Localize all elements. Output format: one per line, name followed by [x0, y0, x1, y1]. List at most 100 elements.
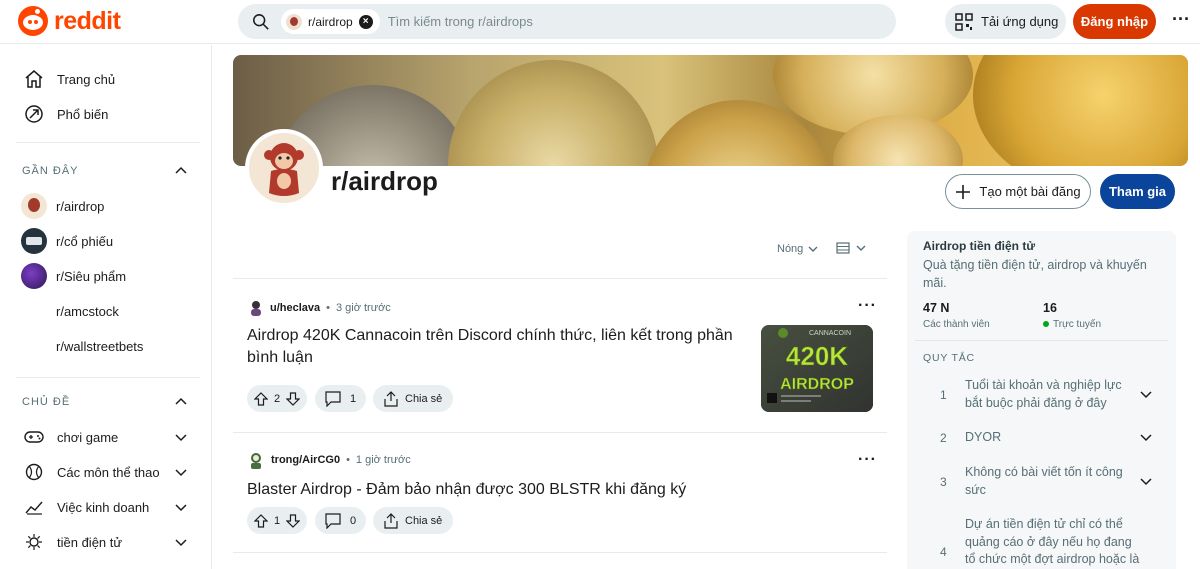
post-time: 3 giờ trước [336, 302, 391, 314]
chevron-down-icon [175, 469, 187, 477]
community-avatar-small [286, 13, 302, 30]
topic-gaming-label: chơi game [57, 429, 119, 445]
join-button[interactable]: Tham gia [1100, 174, 1175, 209]
topic-business-label: Việc kinh doanh [57, 499, 150, 515]
topic-sports-label: Các môn thể thao [57, 464, 160, 480]
post-meta: trong/AirCG0 • 1 giờ trước [247, 451, 411, 469]
recent-superstonk[interactable]: r/Siêu phẩm [21, 261, 126, 291]
about-title: Airdrop tiền điện tử [923, 239, 1036, 253]
about-description: Quà tặng tiền điện tử, airdrop và khuyến… [923, 258, 1147, 290]
comments-button[interactable]: 0 [315, 507, 366, 534]
community-avatar [245, 129, 323, 207]
post-more-icon[interactable]: ··· [858, 297, 877, 315]
airdrop-avatar [21, 193, 47, 219]
comments-button[interactable]: 1 [315, 385, 366, 412]
qr-code-icon [955, 12, 973, 31]
share-label: Chia sẻ [405, 514, 443, 527]
reddit-logo[interactable]: reddit [18, 6, 121, 36]
rule-number: 1 [940, 388, 947, 402]
topics-section-toggle[interactable]: CHỦ ĐỀ [22, 392, 188, 412]
share-button[interactable]: Chia sẻ [373, 385, 453, 412]
share-icon [384, 390, 398, 407]
business-icon [22, 495, 46, 519]
recent-airdrop[interactable]: r/airdrop [21, 191, 104, 221]
recent-section-toggle[interactable]: GẦN ĐÂY [22, 161, 188, 181]
post-title[interactable]: Airdrop 420K Cannacoin trên Discord chín… [247, 325, 747, 369]
comment-count: 0 [350, 514, 357, 527]
topic-gaming[interactable]: chơi game [22, 422, 188, 452]
airdrop-thumbnail-image: CANNACOIN 420K AIRDROP [761, 325, 873, 412]
online-label: Trực tuyến [1053, 319, 1102, 330]
user-avatar-icon [251, 301, 261, 316]
popular-icon [22, 102, 46, 126]
home-icon [22, 67, 46, 91]
online-count: 16 [1043, 301, 1057, 315]
create-post-label: Tạo một bài đăng [979, 184, 1081, 199]
chevron-down-icon [1140, 434, 1152, 442]
rule-text: DYOR [965, 430, 1002, 444]
online-dot-icon [1043, 321, 1049, 328]
post-meta: u/heclava • 3 giờ trước [248, 299, 391, 317]
topic-crypto-label: tiền điện tử [57, 534, 123, 550]
topic-business[interactable]: Việc kinh doanh [22, 492, 188, 522]
plus-icon [956, 184, 971, 199]
user-avatar-icon [251, 453, 261, 469]
reddit-snoo-icon [18, 6, 48, 36]
sort-dropdown[interactable]: Nóng [777, 243, 818, 255]
recent-wallstreetbets[interactable]: r/wallstreetbets [56, 331, 143, 361]
rule-number: 3 [940, 475, 947, 489]
downvote-icon[interactable] [286, 391, 300, 406]
post-time: 1 giờ trước [355, 454, 411, 466]
nav-home-label: Trang chủ [57, 71, 116, 87]
post-more-icon[interactable]: ··· [858, 451, 877, 469]
login-button[interactable]: Đăng nhập [1073, 4, 1156, 39]
thumb-word-text: AIRDROP [780, 376, 854, 393]
vote-count: 1 [273, 514, 281, 527]
post-author[interactable]: trong/AirCG0 [271, 454, 340, 466]
recent-superstonk-label: r/Siêu phẩm [56, 268, 127, 284]
rule-text: Tuổi tài khoản và nghiệp lực bắt buộc ph… [965, 378, 1122, 410]
recent-amcstock[interactable]: r/amcstock [56, 296, 119, 326]
chevron-down-icon [175, 539, 187, 547]
rules-title: QUY TẮC [923, 352, 975, 364]
sports-icon [22, 460, 46, 484]
chevron-up-icon [175, 166, 187, 174]
comment-icon [325, 512, 341, 529]
nav-popular[interactable]: Phổ biến [22, 99, 108, 129]
chevron-down-icon [175, 434, 187, 442]
top-header: reddit r/airdrop × Tìm kiếm trong r/aird… [0, 0, 1200, 44]
view-dropdown[interactable] [836, 242, 866, 254]
rule-text: Dự án tiền điện tử chỉ có thể quảng cáo … [965, 517, 1140, 566]
member-label: Các thành viên [923, 319, 990, 330]
nav-home[interactable]: Trang chủ [22, 64, 115, 94]
topic-crypto[interactable]: tiền điện tử [22, 527, 188, 557]
upvote-icon[interactable] [254, 391, 268, 406]
thumb-top-text: CANNACOIN [809, 330, 851, 337]
post-title[interactable]: Blaster Airdrop - Đảm bảo nhận được 300 … [247, 479, 847, 501]
recent-amcstock-label: r/amcstock [56, 303, 119, 319]
create-post-button[interactable]: Tạo một bài đăng [945, 174, 1091, 209]
share-button[interactable]: Chia sẻ [373, 507, 453, 534]
topic-sports[interactable]: Các môn thể thao [22, 457, 188, 487]
left-sidebar: Trang chủ Phổ biến GẦN ĐÂY r/airdrop r/c… [0, 45, 212, 569]
get-app-button[interactable]: Tải ứng dụng [945, 4, 1066, 39]
search-scope-chip[interactable]: r/airdrop × [281, 9, 380, 34]
post-author[interactable]: u/heclava [270, 302, 320, 314]
vote-control: 1 [247, 507, 307, 534]
downvote-icon[interactable] [286, 513, 300, 528]
member-count: 47 N [923, 301, 950, 315]
recent-wallstreetbets-label: r/wallstreetbets [56, 338, 144, 354]
post-thumbnail[interactable]: CANNACOIN 420K AIRDROP [761, 325, 873, 412]
upvote-icon[interactable] [254, 513, 268, 528]
clear-scope-icon[interactable]: × [358, 14, 373, 29]
sort-label: Nóng [777, 243, 804, 255]
search-bar[interactable]: r/airdrop × Tìm kiếm trong r/airdrops [238, 4, 896, 39]
chevron-down-icon [808, 246, 818, 252]
search-input[interactable]: Tìm kiếm trong r/airdrops [388, 14, 533, 29]
chevron-up-icon [175, 397, 187, 405]
more-options-icon[interactable]: ··· [1168, 8, 1194, 34]
rule-number: 2 [940, 431, 947, 445]
crypto-icon [22, 530, 46, 554]
recent-stocks[interactable]: r/cổ phiếu [21, 226, 113, 256]
search-scope-label: r/airdrop [308, 14, 353, 29]
